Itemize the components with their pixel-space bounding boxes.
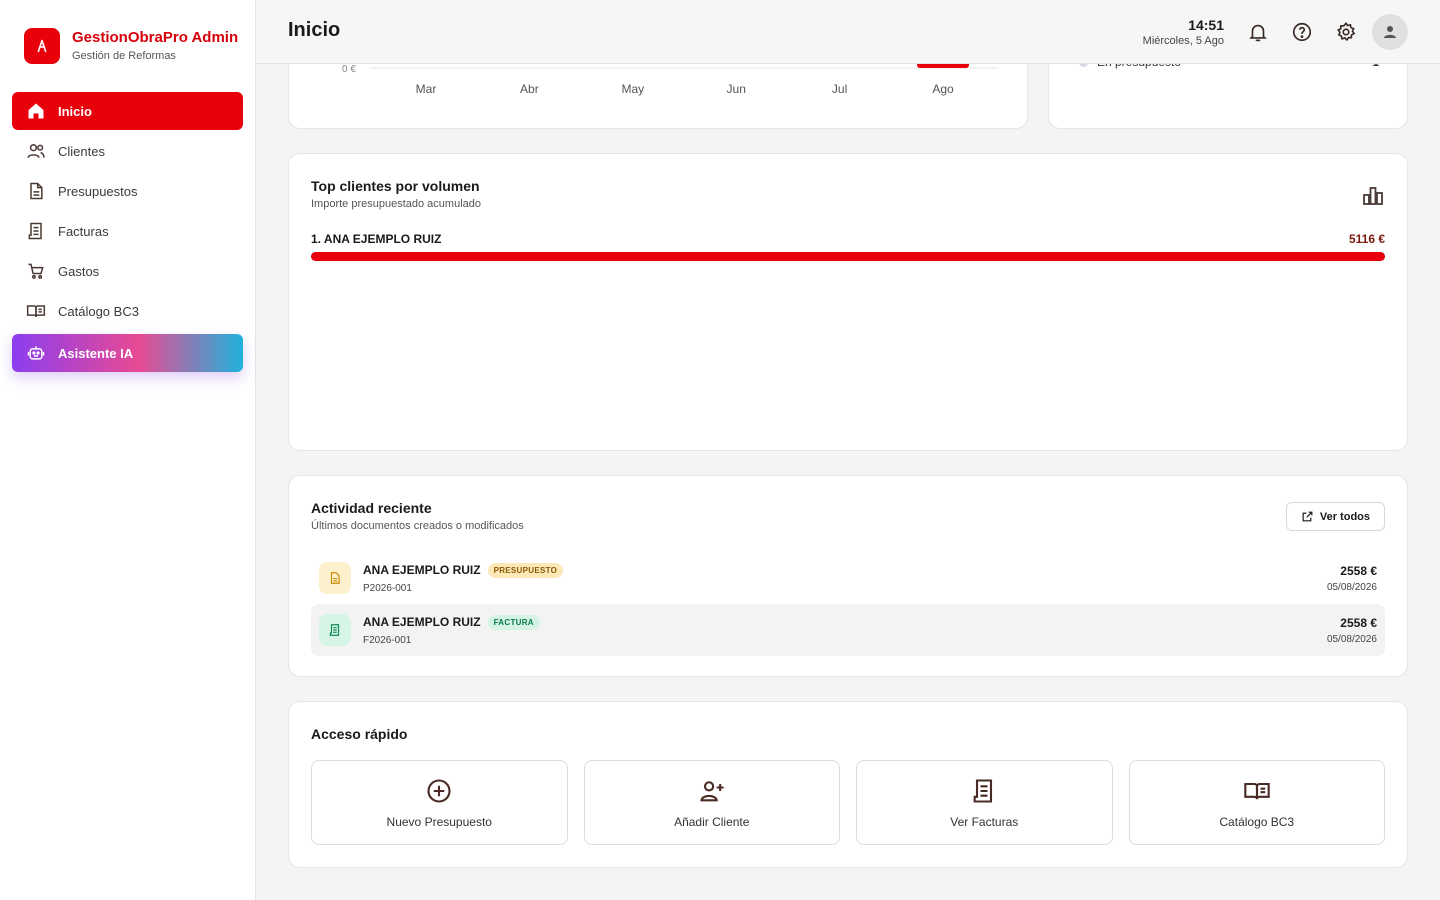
bar-chart-icon: [1363, 187, 1383, 205]
view-all-button[interactable]: Ver todos: [1285, 502, 1385, 531]
status-badge: FACTURA: [487, 614, 540, 630]
sidebar-item-label: Clientes: [58, 143, 105, 159]
sidebar-item-label: Inicio: [58, 103, 92, 119]
sidebar-item-label: Presupuestos: [58, 183, 138, 199]
activity-title: Actividad reciente: [311, 500, 432, 516]
sidebar-item-catalogo[interactable]: Catálogo BC3: [12, 292, 243, 330]
client-rank-amount: 5116 €: [1348, 232, 1385, 246]
add-client-button[interactable]: Añadir Cliente: [583, 760, 840, 845]
plus-circle-icon: [427, 778, 451, 803]
book-icon: [1244, 782, 1270, 799]
clock: 14:51 Miércoles, 5 Ago: [1143, 17, 1224, 49]
sidebar-item-inicio[interactable]: Inicio: [12, 92, 243, 130]
user-plus-icon: [700, 780, 724, 801]
page-title: Inicio: [288, 19, 341, 41]
status-badge: PRESUPUESTO: [487, 562, 564, 578]
activity-amount: 2558 €: [1340, 615, 1377, 630]
cart-icon: [28, 263, 44, 279]
invoice-icon: [28, 222, 42, 240]
recent-activity-card: Actividad reciente Últimos documentos cr…: [288, 475, 1408, 677]
document-icon: [319, 562, 351, 594]
activity-item[interactable]: ANA EJEMPLO RUIZ FACTURA F2026-001 2558 …: [311, 604, 1385, 656]
activity-client-name: ANA EJEMPLO RUIZ: [363, 615, 481, 629]
gear-icon[interactable]: [1335, 21, 1357, 43]
clock-time: 14:51: [1188, 17, 1224, 33]
document-icon: [30, 182, 43, 200]
sidebar-item-label: Catálogo BC3: [58, 303, 139, 319]
invoice-icon: [973, 778, 993, 803]
brand-subtitle: Gestión de Reformas: [72, 49, 176, 62]
new-budget-button[interactable]: Nuevo Presupuesto: [311, 760, 568, 845]
brand-logo-icon: [24, 28, 60, 64]
user-icon: [1384, 26, 1396, 38]
x-tick-label: May: [621, 82, 644, 96]
sidebar-item-asistente-ia[interactable]: Asistente IA: [12, 334, 243, 372]
top-clients-title: Top clientes por volumen: [311, 178, 480, 194]
activity-code: P2026-001: [363, 582, 412, 594]
x-tick-label: Mar: [416, 82, 437, 96]
x-tick-label: Ago: [932, 82, 954, 96]
activity-date: 05/08/2026: [1326, 633, 1377, 645]
sidebar: GestionObraPro Admin Gestión de Reformas…: [0, 0, 256, 900]
sidebar-item-label: Gastos: [58, 263, 100, 279]
top-clients-subtitle: Importe presupuestado acumulado: [311, 198, 481, 210]
activity-date: 05/08/2026: [1326, 581, 1377, 593]
home-icon: [28, 103, 44, 119]
users-icon: [27, 144, 45, 158]
brand[interactable]: GestionObraPro Admin Gestión de Reformas: [24, 28, 238, 64]
invoice-icon: [319, 614, 351, 646]
activity-subtitle: Últimos documentos creados o modificados: [311, 520, 524, 532]
client-rank-bar-track: [311, 252, 1385, 261]
bc3-catalog-button[interactable]: Catálogo BC3: [1128, 760, 1385, 845]
client-rank-bar: [311, 252, 1385, 261]
quick-label: Catálogo BC3: [1219, 814, 1295, 829]
activity-item[interactable]: ANA EJEMPLO RUIZ PRESUPUESTO P2026-001 2…: [311, 552, 1385, 604]
top-clients-card: Top clientes por volumen Importe presupu…: [288, 153, 1408, 451]
y-tick-label: 0 €: [342, 64, 356, 75]
sidebar-item-gastos[interactable]: Gastos: [12, 252, 243, 290]
sidebar-item-presupuestos[interactable]: Presupuestos: [12, 172, 243, 210]
client-rank-label: 1. ANA EJEMPLO RUIZ: [311, 232, 442, 246]
sidebar-nav: Inicio Clientes Presupuestos Facturas Ga…: [12, 92, 243, 374]
x-tick-label: Jun: [727, 82, 746, 96]
activity-code: F2026-001: [363, 634, 412, 646]
sidebar-item-clientes[interactable]: Clientes: [12, 132, 243, 170]
view-invoices-button[interactable]: Ver Facturas: [856, 760, 1113, 845]
brand-name: GestionObraPro Admin: [72, 28, 239, 46]
sidebar-item-facturas[interactable]: Facturas: [12, 212, 243, 250]
view-all-label: Ver todos: [1319, 510, 1370, 523]
quick-label: Ver Facturas: [950, 814, 1019, 829]
x-tick-label: Jul: [832, 82, 847, 96]
activity-amount: 2558 €: [1340, 563, 1377, 578]
x-tick-label: Abr: [520, 82, 539, 96]
sidebar-item-label: Facturas: [58, 223, 109, 239]
help-icon[interactable]: [1291, 21, 1313, 43]
quick-access-title: Acceso rápido: [311, 726, 408, 742]
activity-client-name: ANA EJEMPLO RUIZ: [363, 563, 481, 577]
quick-label: Nuevo Presupuesto: [386, 814, 492, 829]
avatar[interactable]: [1372, 14, 1408, 50]
robot-icon: [27, 346, 45, 360]
quick-label: Añadir Cliente: [674, 814, 750, 829]
quick-access-card: Acceso rápido Nuevo Presupuesto Añadir C…: [288, 701, 1408, 868]
book-icon: [26, 305, 46, 317]
bell-icon[interactable]: [1247, 21, 1269, 43]
external-link-icon: [1302, 511, 1313, 522]
sidebar-item-label: Asistente IA: [58, 345, 134, 361]
top-bar: Inicio 14:51 Miércoles, 5 Ago: [256, 0, 1440, 64]
clock-date: Miércoles, 5 Ago: [1142, 35, 1224, 47]
client-rank-row[interactable]: 1. ANA EJEMPLO RUIZ 5116 €: [311, 232, 1385, 246]
